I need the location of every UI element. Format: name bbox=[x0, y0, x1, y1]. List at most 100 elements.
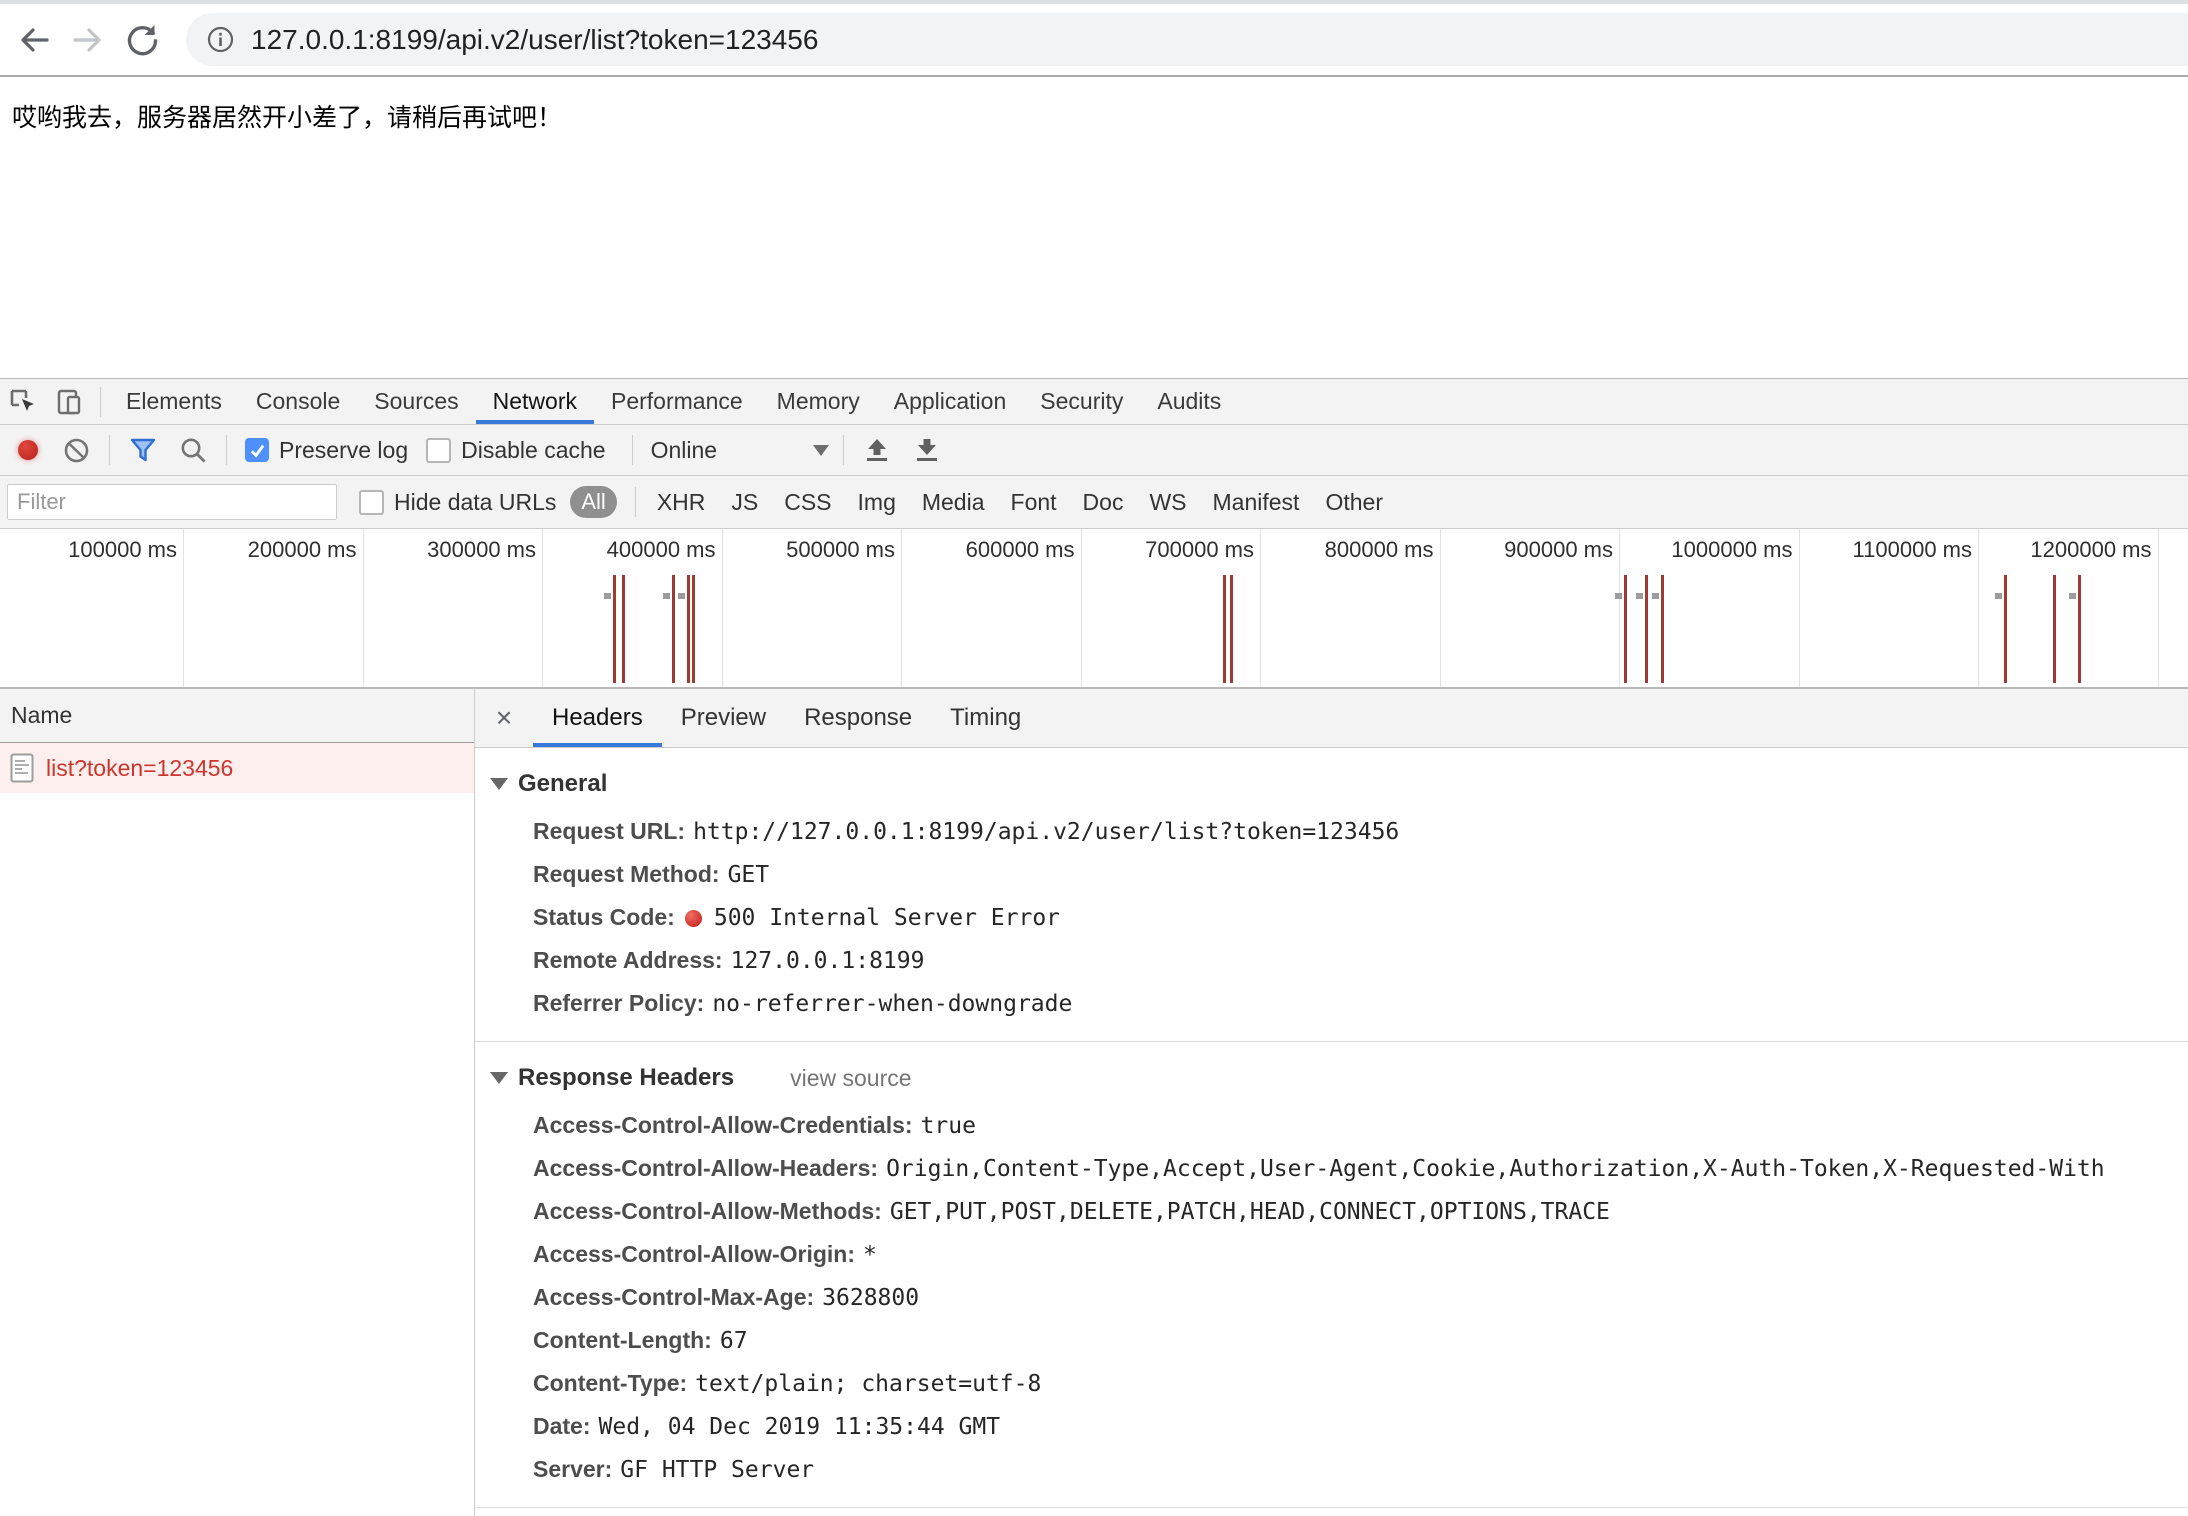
request-row[interactable]: list?token=123456 bbox=[0, 743, 474, 793]
back-button[interactable] bbox=[14, 20, 54, 60]
close-details-button[interactable]: × bbox=[475, 689, 533, 747]
filter-type-img[interactable]: Img bbox=[858, 489, 896, 516]
name-column-label: Name bbox=[11, 702, 72, 729]
timeline-tick: 900000 ms bbox=[1441, 529, 1621, 687]
throttling-select[interactable]: Online bbox=[651, 437, 829, 464]
filter-type-doc[interactable]: Doc bbox=[1083, 489, 1124, 516]
device-toolbar-button[interactable] bbox=[46, 379, 92, 424]
timeline-tick: 200000 ms bbox=[184, 529, 364, 687]
filter-type-media[interactable]: Media bbox=[922, 489, 985, 516]
timeline-event-bar bbox=[613, 575, 616, 683]
collapse-triangle-icon[interactable] bbox=[490, 778, 508, 790]
preserve-log-label[interactable]: Preserve log bbox=[279, 437, 408, 464]
filter-type-ws[interactable]: WS bbox=[1149, 489, 1186, 516]
timeline-event-bar bbox=[692, 575, 695, 683]
network-filter-input[interactable] bbox=[7, 484, 337, 520]
general-section-title: General bbox=[518, 770, 607, 798]
timeline-request-dot bbox=[2069, 593, 2076, 599]
details-tab-preview[interactable]: Preview bbox=[662, 689, 785, 747]
disable-cache-label[interactable]: Disable cache bbox=[461, 437, 605, 464]
forward-button[interactable] bbox=[68, 20, 108, 60]
filter-type-xhr[interactable]: XHR bbox=[657, 489, 706, 516]
timeline-tick: 600000 ms bbox=[902, 529, 1082, 687]
details-tab-timing[interactable]: Timing bbox=[931, 689, 1040, 747]
clear-button[interactable] bbox=[63, 437, 90, 464]
timeline-event-bar bbox=[1230, 575, 1233, 683]
header-line: Access-Control-Allow-Headers:Origin,Cont… bbox=[533, 1147, 2188, 1190]
devtools-tab-audits[interactable]: Audits bbox=[1140, 379, 1238, 424]
filter-type-js[interactable]: JS bbox=[731, 489, 758, 516]
details-tab-response[interactable]: Response bbox=[785, 689, 931, 747]
devtools-tab-application[interactable]: Application bbox=[877, 379, 1024, 424]
preserve-log-checkbox[interactable] bbox=[245, 438, 269, 462]
header-line: Request URL:http://127.0.0.1:8199/api.v2… bbox=[533, 810, 2188, 853]
header-line: Content-Length:67 bbox=[533, 1319, 2188, 1362]
search-button[interactable] bbox=[179, 436, 207, 464]
timeline-event-bar bbox=[687, 575, 690, 683]
import-har-button[interactable] bbox=[863, 436, 891, 464]
timeline-event-bar bbox=[2078, 575, 2081, 683]
devtools-tab-sources[interactable]: Sources bbox=[357, 379, 475, 424]
devtools-tab-network[interactable]: Network bbox=[476, 379, 594, 424]
devtools-tabbar: Elements Console Sources Network Perform… bbox=[0, 379, 2188, 425]
timeline-event-bar bbox=[1661, 575, 1664, 683]
devtools-tab-elements[interactable]: Elements bbox=[109, 379, 239, 424]
inspect-element-button[interactable] bbox=[0, 379, 46, 424]
timeline-request-dot bbox=[1652, 593, 1659, 599]
record-button[interactable] bbox=[18, 440, 38, 460]
url-text[interactable]: 127.0.0.1:8199/api.v2/user/list?token=12… bbox=[251, 24, 818, 56]
devtools-tab-console[interactable]: Console bbox=[239, 379, 357, 424]
forward-arrow-icon bbox=[70, 22, 106, 58]
timeline-event-bar bbox=[2053, 575, 2056, 683]
filter-type-font[interactable]: Font bbox=[1011, 489, 1057, 516]
checkmark-icon bbox=[249, 442, 266, 459]
header-line: Remote Address:127.0.0.1:8199 bbox=[533, 939, 2188, 982]
server-error-message: 哎哟我去，服务器居然开小差了，请稍后再试吧！ bbox=[0, 77, 2188, 155]
hide-data-urls-label[interactable]: Hide data URLs bbox=[394, 489, 556, 516]
devtools-tab-performance[interactable]: Performance bbox=[594, 379, 760, 424]
filter-type-all[interactable]: All bbox=[570, 486, 616, 518]
view-source-link[interactable]: view source bbox=[790, 1065, 911, 1092]
info-icon[interactable] bbox=[207, 26, 234, 53]
response-headers-section: Response Headers view source Access-Cont… bbox=[475, 1041, 2188, 1507]
timeline-request-dot bbox=[1995, 593, 2002, 599]
devtools-tab-memory[interactable]: Memory bbox=[760, 379, 877, 424]
divider bbox=[632, 435, 633, 465]
timeline-filler bbox=[2159, 529, 2188, 687]
header-line: Access-Control-Allow-Origin:* bbox=[533, 1233, 2188, 1276]
details-tabbar: × Headers Preview Response Timing bbox=[475, 689, 2188, 748]
header-line: Access-Control-Allow-Methods:GET,PUT,POS… bbox=[533, 1190, 2188, 1233]
devtools-tab-security[interactable]: Security bbox=[1023, 379, 1140, 424]
timeline-tick: 1100000 ms bbox=[1800, 529, 1980, 687]
reload-icon bbox=[124, 22, 160, 58]
reload-button[interactable] bbox=[122, 20, 162, 60]
back-arrow-icon bbox=[16, 22, 52, 58]
collapse-triangle-icon[interactable] bbox=[490, 1072, 508, 1084]
download-icon bbox=[913, 436, 941, 464]
document-icon bbox=[10, 753, 34, 783]
header-line: Access-Control-Allow-Credentials:true bbox=[533, 1104, 2188, 1147]
timeline-overview[interactable]: 100000 ms 200000 ms 300000 ms 400000 ms … bbox=[0, 529, 2188, 689]
network-main: Name list?token=123456 × Headers bbox=[0, 689, 2188, 1516]
header-line: Status Code:500 Internal Server Error bbox=[533, 896, 2188, 939]
timeline-request-dot bbox=[1615, 593, 1622, 599]
clear-icon bbox=[63, 437, 90, 464]
filter-type-css[interactable]: CSS bbox=[784, 489, 831, 516]
filter-toggle-button[interactable] bbox=[129, 436, 157, 464]
hide-data-urls-checkbox[interactable] bbox=[359, 490, 384, 515]
header-line: Server:GF HTTP Server bbox=[533, 1448, 2188, 1491]
filter-type-manifest[interactable]: Manifest bbox=[1213, 489, 1300, 516]
timeline-request-dot bbox=[663, 593, 670, 599]
status-error-dot bbox=[685, 910, 702, 927]
address-bar[interactable]: 127.0.0.1:8199/api.v2/user/list?token=12… bbox=[186, 13, 2188, 66]
details-tab-headers[interactable]: Headers bbox=[533, 689, 662, 747]
timeline-event-bar bbox=[1645, 575, 1648, 683]
export-har-button[interactable] bbox=[913, 436, 941, 464]
disable-cache-checkbox[interactable] bbox=[426, 438, 451, 463]
navigation-bar: 127.0.0.1:8199/api.v2/user/list?token=12… bbox=[0, 4, 2188, 75]
timeline-event-bar bbox=[1223, 575, 1226, 683]
header-line: Content-Type:text/plain; charset=utf-8 bbox=[533, 1362, 2188, 1405]
requests-table-header[interactable]: Name bbox=[0, 689, 474, 743]
filter-type-other[interactable]: Other bbox=[1325, 489, 1383, 516]
header-line: Access-Control-Max-Age:3628800 bbox=[533, 1276, 2188, 1319]
